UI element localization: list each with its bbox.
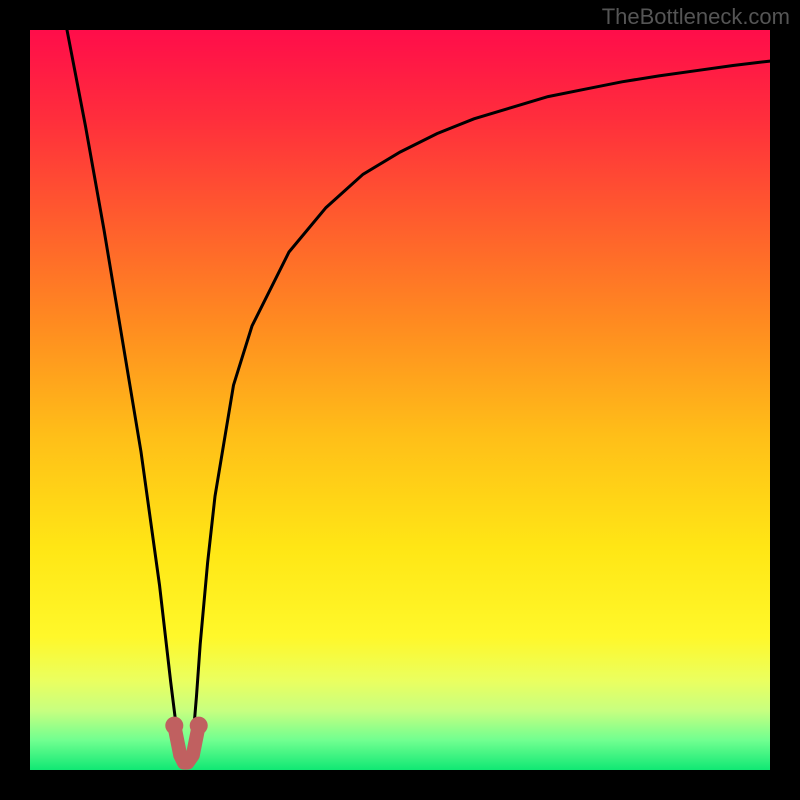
- chart-frame: TheBottleneck.com: [0, 0, 800, 800]
- chart-background: [30, 30, 770, 770]
- watermark-text: TheBottleneck.com: [602, 4, 790, 30]
- bottleneck-chart: [0, 0, 800, 800]
